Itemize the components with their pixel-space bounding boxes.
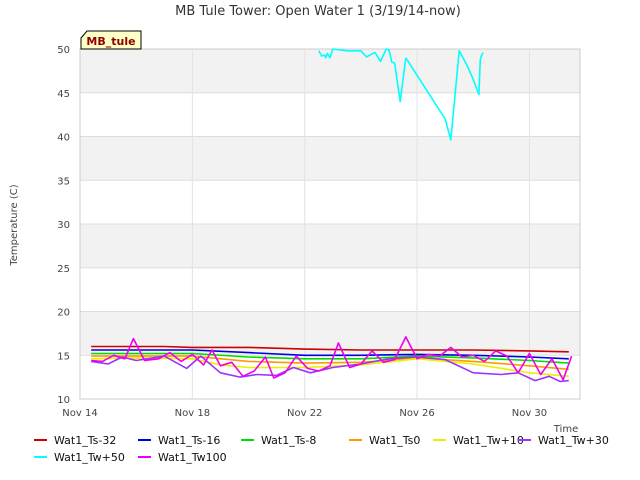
grid-band [80,311,580,356]
legend-item: Wat1_Ts0 [349,434,420,447]
chart: MB Tule Tower: Open Water 1 (3/19/14-now… [9,4,581,435]
legend-swatch [433,439,446,441]
site-badge-label: MB_tule [86,35,135,48]
y-tick-label: 45 [57,89,70,100]
legend-item: Wat1_Ts-8 [241,434,316,447]
legend-item: Wat1_Ts-32 [34,434,116,447]
chart-title: MB Tule Tower: Open Water 1 (3/19/14-now… [175,4,461,19]
y-tick-label: 20 [57,308,70,319]
y-tick-label: 30 [57,220,70,231]
legend-swatch [518,439,531,441]
y-tick-label: 35 [57,176,70,187]
legend-label: Wat1_Ts-16 [158,434,221,447]
legend-swatch [241,439,254,441]
y-tick-label: 25 [57,264,70,275]
legend-swatch [34,439,47,441]
y-tick-label: 15 [57,351,70,362]
legend-item: Wat1_Tw100 [138,451,227,464]
x-tick-label: Nov 18 [175,408,210,419]
legend-label: Wat1_Tw+50 [54,451,125,464]
legend-label: Wat1_Ts-8 [261,434,317,447]
x-tick-label: Nov 26 [399,408,434,419]
legend-label: Wat1_Tw+10 [453,434,524,447]
legend-swatch [349,439,362,441]
legend-label: Wat1_Ts0 [369,434,421,447]
grid-band [80,224,580,268]
y-tick-label: 10 [57,395,70,406]
legend-label: Wat1_Tw100 [158,451,227,464]
legend-label: Wat1_Tw+30 [538,434,609,447]
y-axis-title: Temperature (C) [9,184,20,266]
legend-swatch [138,439,151,441]
x-tick-label: Nov 22 [287,408,322,419]
legend-item: Wat1_Tw+10 [433,434,524,447]
legend-label: Wat1_Ts-32 [54,434,117,447]
grid-band [80,136,580,181]
legend-swatch [34,456,47,458]
site-badge: MB_tule [80,30,142,50]
y-tick-label: 40 [57,133,70,144]
legend-swatch [138,456,151,458]
x-tick-label: Nov 30 [512,408,547,419]
legend-item: Wat1_Tw+50 [34,451,125,464]
legend-item: Wat1_Tw+30 [518,434,609,447]
x-tick-label: Nov 14 [62,408,97,419]
legend-item: Wat1_Ts-16 [138,434,220,447]
y-tick-label: 50 [57,45,70,56]
